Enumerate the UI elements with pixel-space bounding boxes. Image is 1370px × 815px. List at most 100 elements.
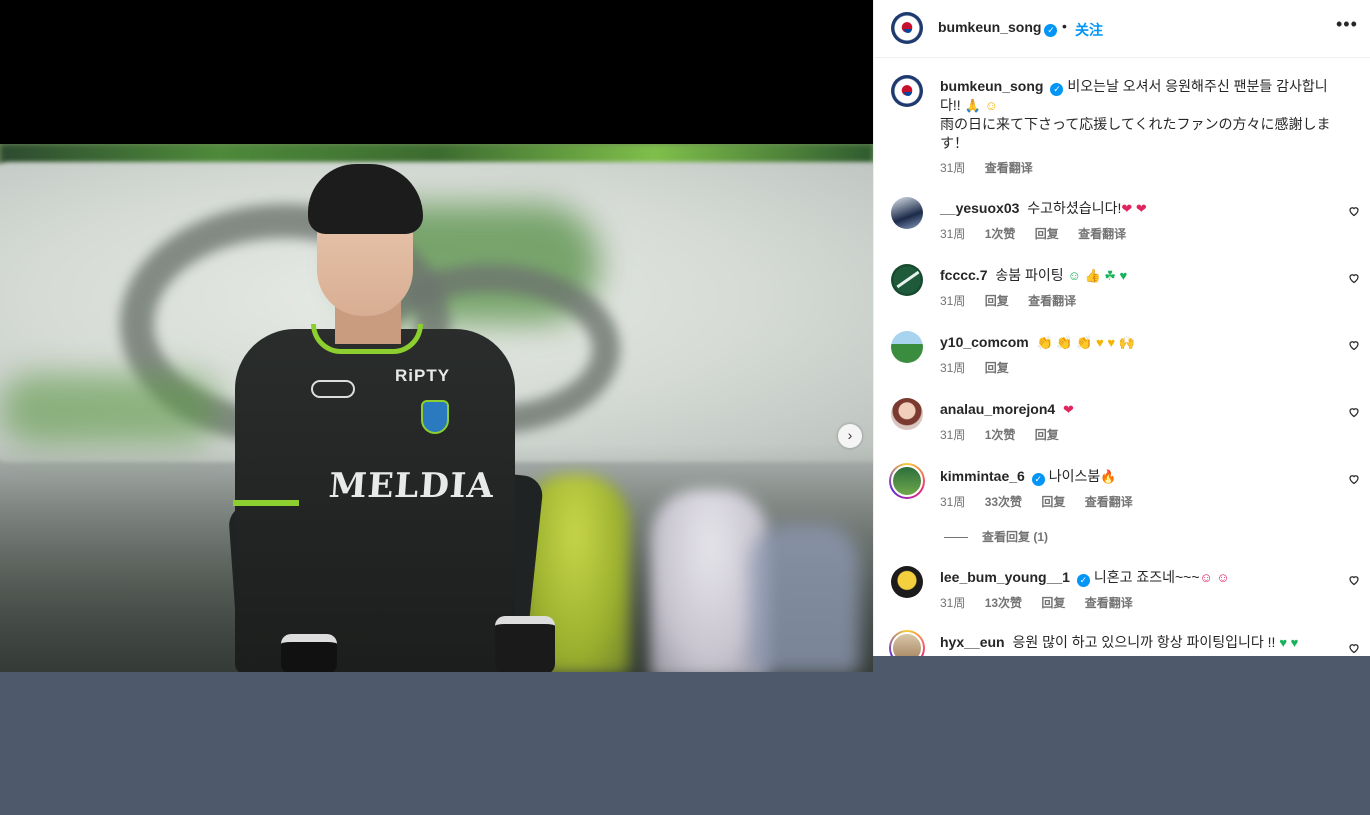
next-image-button[interactable]: › [838,424,862,448]
caption-meta: 31周 查看翻译 [940,159,1049,176]
comment-emoji: ☺ ☺ [1199,570,1230,585]
banner-logo-blur [0,374,220,444]
commenter-avatar[interactable] [891,398,923,430]
commenter-username[interactable]: fcccc.7 [940,267,987,283]
reply-button[interactable]: 回复 [1035,428,1059,442]
caption-time: 31周 [940,161,966,175]
commenter-avatar[interactable] [891,197,923,229]
caption-translate-link[interactable]: 查看翻译 [985,161,1033,175]
heart-outline-icon[interactable] [1348,272,1360,284]
comment-time: 31周 [940,227,966,241]
comment-text: analau_morejon4 ❤ [940,400,1335,419]
post-side-panel: bumkeun_song ✓ • 关注 ••• bumkeun_song ✓ 비오는… [873,0,1370,656]
hair [308,164,423,234]
page-backdrop: RiPTY MELDIA › bumkeun_song ✓ • 关注 ••• b… [0,0,1370,815]
caption-username[interactable]: bumkeun_song [940,78,1043,94]
translate-link[interactable]: 查看翻译 [1085,596,1133,610]
reply-button[interactable]: 回复 [985,294,1009,308]
view-replies-label[interactable]: 查看回复 (1) [982,530,1048,544]
comment-text: hyx__eun 응원 많이 하고 있으니까 항상 파이팅입니다 !! ♥ ♥ [940,633,1340,652]
comment-likes[interactable]: 1次赞 [985,428,1016,442]
caption-text: bumkeun_song ✓ 비오는날 오셔서 응원해주신 팬분들 감사합니다!!… [940,77,1340,153]
comment-text: fcccc.7 송붐 파이팅 ☺ 👍 ☘ ♥ [940,266,1335,285]
verified-badge-icon: ✓ [1076,574,1090,587]
chevron-right-icon: › [847,427,853,443]
reply-button[interactable]: 回复 [1035,227,1059,241]
heart-outline-icon[interactable] [1348,205,1360,217]
reply-button[interactable]: 回复 [985,361,1009,375]
author-avatar[interactable] [891,12,923,44]
comment-time: 31周 [940,294,966,308]
spectator-blur [750,524,860,672]
translate-link[interactable]: 查看翻译 [1078,227,1126,241]
comment-emoji: 🔥 [1100,469,1117,484]
right-glove [495,616,555,672]
comment-emoji: 👏 👏 👏 ♥ ♥ 🙌 [1036,335,1135,350]
post-photo: RiPTY MELDIA [0,144,873,672]
commenter-username[interactable]: y10_comcom [940,334,1029,350]
author-name-link[interactable]: bumkeun_song ✓ [938,19,1058,37]
kit-sponsor-logo [311,380,355,398]
comment-message: 나이스붐 [1048,468,1101,484]
comment-message: 니혼고 죠즈네~~~ [1093,569,1200,585]
translate-link[interactable]: 查看翻译 [1028,294,1076,308]
heart-outline-icon[interactable] [1348,642,1360,654]
jersey-sponsor-text: MELDIA [327,466,496,506]
post-media: RiPTY MELDIA › [0,0,873,672]
comment-message: 수고하셨습니다! [1027,200,1122,216]
commenter-username[interactable]: lee_bum_young__1 [940,569,1070,585]
comment-meta: 31周 33次赞 回复 查看翻译 [940,493,1149,510]
comment-likes[interactable]: 33次赞 [985,495,1022,509]
comment-message: 송붐 파이팅 [995,267,1064,283]
comment-meta: 31周 回复 查看翻译 [940,292,1092,309]
more-options-icon[interactable]: ••• [1336,14,1358,35]
commenter-username[interactable]: __yesuox03 [940,200,1019,216]
comment-emoji: ☺ 👍 ☘ ♥ [1067,268,1128,283]
comment-meta: 31周 1次赞 回复 查看翻译 [940,225,1142,242]
club-crest-icon [421,400,449,434]
commenter-avatar-story-ring[interactable] [889,463,925,499]
comment-meta: 31周 回复 [940,359,1025,376]
caption-avatar[interactable] [891,75,923,107]
commenter-username[interactable]: hyx__eun [940,634,1005,650]
follow-button[interactable]: 关注 [1075,20,1103,40]
replies-divider-line [944,537,968,539]
comment-likes[interactable]: 13次赞 [985,596,1022,610]
raised-hands-icon: 🙏 [964,98,981,113]
comment-emoji: ❤ ❤ [1121,201,1147,216]
heart-outline-icon[interactable] [1348,339,1360,351]
comment-text: y10_comcom 👏 👏 👏 ♥ ♥ 🙌 [940,333,1335,352]
goalkeeper-figure: RiPTY MELDIA [225,164,555,672]
author-username[interactable]: bumkeun_song [938,19,1041,35]
reply-button[interactable]: 回复 [1041,596,1065,610]
verified-badge-icon: ✓ [1044,24,1058,37]
commenter-username[interactable]: kimmintae_6 [940,468,1025,484]
left-glove [281,634,337,672]
comment-emoji: ❤ [1063,402,1074,417]
verified-badge-icon: ✓ [1031,473,1045,486]
heart-outline-icon[interactable] [1348,574,1360,586]
comment-text: kimmintae_6 ✓ 나이스붐🔥 [940,467,1335,486]
translate-link[interactable]: 查看翻译 [1085,495,1133,509]
heart-outline-icon[interactable] [1348,406,1360,418]
commenter-avatar[interactable] [891,566,923,598]
comment-likes[interactable]: 1次赞 [985,227,1016,241]
comment-text: lee_bum_young__1 ✓ 니혼고 죠즈네~~~☺ ☺ [940,568,1335,587]
view-replies-button[interactable]: 查看回复 (1) [944,528,1048,545]
post-header: bumkeun_song ✓ • 关注 ••• [874,0,1370,58]
commenter-avatar-story-ring[interactable] [889,630,925,656]
comment-time: 31周 [940,495,966,509]
heart-outline-icon[interactable] [1348,473,1360,485]
commenter-avatar[interactable] [891,331,923,363]
comment-time: 31周 [940,361,966,375]
comment-time: 31周 [940,596,966,610]
reply-button[interactable]: 回复 [1041,495,1065,509]
caption-line-japanese: 雨の日に来て下さって応援してくれたファンの方々に感謝します！ [940,116,1331,151]
jersey-brand-text: RiPTY [395,366,451,385]
sleeve-trim [233,500,299,506]
commenter-avatar[interactable] [891,264,923,296]
comment-meta: 31周 13次赞 回复 查看翻译 [940,594,1149,611]
commenter-username[interactable]: analau_morejon4 [940,401,1055,417]
comment-time: 31周 [940,428,966,442]
jersey-collar [311,324,423,354]
